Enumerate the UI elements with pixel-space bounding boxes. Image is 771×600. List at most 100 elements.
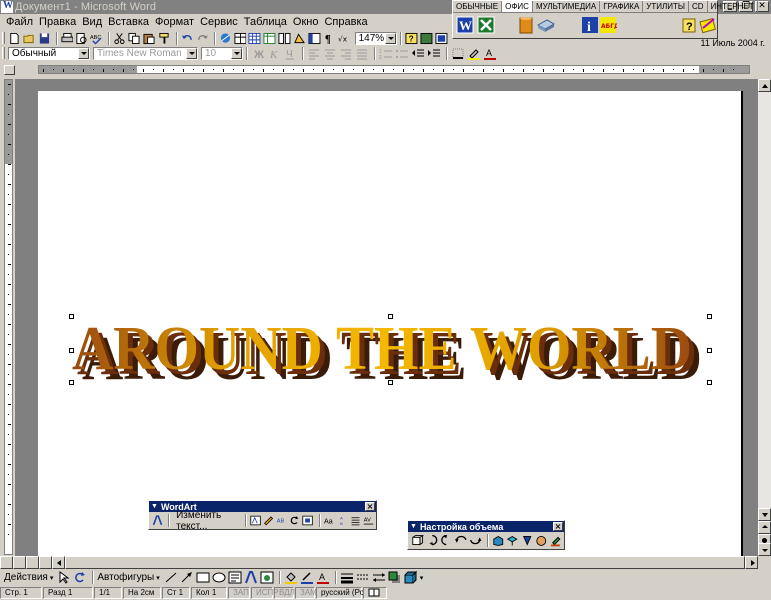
- undo-icon[interactable]: [181, 32, 194, 45]
- office-tab-cd[interactable]: CD: [689, 1, 708, 12]
- zoom-sqrt-icon[interactable]: √x: [338, 32, 351, 45]
- chevron-down-icon[interactable]: [231, 47, 242, 59]
- menu-format[interactable]: Формат: [152, 16, 197, 28]
- italic-icon[interactable]: К: [267, 47, 281, 60]
- 3d-on-off-icon[interactable]: [411, 534, 424, 547]
- tilt-down-icon[interactable]: [426, 534, 439, 547]
- scroll-left-button[interactable]: [52, 556, 65, 569]
- status-overtype[interactable]: ЗАМ: [295, 587, 317, 599]
- 3d-color-icon[interactable]: [550, 534, 563, 547]
- new-document-icon[interactable]: [8, 32, 21, 45]
- align-center-icon[interactable]: [323, 47, 337, 60]
- dictionary-icon[interactable]: [699, 16, 717, 34]
- tables-borders-icon[interactable]: [233, 32, 247, 45]
- font-combo[interactable]: Times New Roman: [93, 46, 198, 60]
- underline-icon[interactable]: Ч: [283, 47, 297, 60]
- open-folder-icon[interactable]: [23, 32, 36, 45]
- show-hide-icon[interactable]: ¶: [323, 32, 336, 45]
- font-color-icon[interactable]: A: [316, 571, 330, 584]
- horizontal-ruler[interactable]: [0, 64, 771, 76]
- insert-table-icon[interactable]: [248, 32, 261, 45]
- 3d-toolbar-title[interactable]: ▼ Настройка объема: [408, 521, 564, 532]
- status-record[interactable]: ЗАП: [228, 587, 250, 599]
- previous-page-button[interactable]: [758, 521, 771, 534]
- paste-icon[interactable]: [143, 32, 156, 45]
- toolbar-grip[interactable]: [2, 47, 5, 59]
- depth-icon[interactable]: [492, 534, 505, 547]
- zoom-combo[interactable]: 147%: [354, 31, 398, 45]
- tilt-up-icon[interactable]: [440, 534, 453, 547]
- size-combo[interactable]: 10: [201, 46, 243, 60]
- resize-handle[interactable]: [388, 314, 393, 319]
- line-style-icon[interactable]: [340, 571, 354, 584]
- excel-icon[interactable]: [477, 16, 495, 34]
- justify-icon[interactable]: [355, 47, 369, 60]
- format-painter-icon[interactable]: [158, 32, 171, 45]
- tab-selector[interactable]: [4, 65, 15, 75]
- web-layout-button[interactable]: [13, 556, 26, 569]
- chevron-down-icon[interactable]: [186, 47, 197, 59]
- menu-help[interactable]: Справка: [321, 16, 370, 28]
- resize-handle[interactable]: [69, 348, 74, 353]
- chevron-down-icon[interactable]: ▾: [156, 574, 160, 582]
- outline-view-button[interactable]: [39, 556, 52, 569]
- wordart-gallery-icon[interactable]: [250, 514, 261, 527]
- office-tab-multimedia[interactable]: МУЛЬТИМЕДИА: [533, 1, 601, 12]
- horizontal-scrollbar[interactable]: [0, 556, 758, 569]
- word-icon[interactable]: W: [456, 16, 474, 34]
- line-icon[interactable]: [164, 571, 178, 584]
- resize-handle[interactable]: [707, 348, 712, 353]
- print-preview-icon[interactable]: [75, 32, 88, 45]
- chevron-down-icon[interactable]: ▾: [420, 574, 424, 582]
- print-layout-button[interactable]: [26, 556, 39, 569]
- status-extend[interactable]: ВДЛ: [274, 587, 295, 599]
- database-icon[interactable]: [517, 16, 535, 34]
- rectangle-icon[interactable]: [196, 571, 210, 584]
- font-color-icon[interactable]: A: [483, 47, 497, 60]
- character-spacing-icon[interactable]: AV: [363, 514, 374, 527]
- spelling-icon[interactable]: ABC: [90, 32, 103, 45]
- resize-handle[interactable]: [69, 380, 74, 385]
- text-box-icon[interactable]: [228, 571, 242, 584]
- status-track-changes[interactable]: ИСПР: [251, 587, 279, 599]
- insert-wordart-icon[interactable]: [152, 514, 163, 527]
- edit-text-button[interactable]: Изменить текст...: [173, 510, 242, 532]
- menu-window[interactable]: Окно: [290, 16, 322, 28]
- same-letter-heights-icon[interactable]: Aa: [324, 514, 335, 527]
- help-icon[interactable]: ?: [405, 32, 418, 45]
- autoshapes-menu[interactable]: Автофигуры: [97, 572, 154, 583]
- menu-table[interactable]: Таблица: [241, 16, 290, 28]
- scroll-up-button[interactable]: [758, 79, 771, 92]
- copy-icon[interactable]: [128, 32, 141, 45]
- chevron-down-icon[interactable]: [78, 47, 89, 59]
- select-objects-icon[interactable]: [57, 571, 71, 584]
- save-icon[interactable]: [38, 32, 51, 45]
- office-tab-utilities[interactable]: УТИЛИТЫ: [643, 1, 689, 12]
- 3d-icon[interactable]: [404, 571, 418, 584]
- line-color-icon[interactable]: [300, 571, 314, 584]
- document-map-icon[interactable]: [308, 32, 321, 45]
- office-tab-internet[interactable]: ИНТЕРНЕТ: [708, 1, 758, 12]
- numbering-icon[interactable]: 12: [379, 47, 393, 60]
- vertical-ruler[interactable]: [4, 79, 13, 555]
- text-wrapping-icon[interactable]: [302, 514, 314, 527]
- dash-style-icon[interactable]: [356, 571, 370, 584]
- redo-icon[interactable]: [196, 32, 209, 45]
- font-tool-icon[interactable]: АБГД: [599, 16, 617, 34]
- insert-wordart-icon[interactable]: [244, 571, 258, 584]
- print-icon[interactable]: [61, 32, 74, 45]
- style-combo[interactable]: Обычный: [8, 46, 90, 60]
- vertical-text-icon[interactable]: AB: [337, 514, 348, 527]
- normal-view-button[interactable]: [0, 556, 13, 569]
- bold-icon[interactable]: Ж: [251, 47, 265, 60]
- wordart-graphic[interactable]: AROUND THE WORLD AROUND THE WORLD AROUND…: [72, 315, 710, 393]
- lighting-icon[interactable]: [521, 534, 534, 547]
- drawing-icon[interactable]: [293, 32, 306, 45]
- chevron-down-icon[interactable]: ▾: [50, 574, 54, 582]
- next-page-button[interactable]: [758, 543, 771, 556]
- decrease-indent-icon[interactable]: [411, 47, 425, 60]
- format-wordart-icon[interactable]: [263, 514, 274, 527]
- menu-tools[interactable]: Сервис: [197, 16, 241, 28]
- menu-edit[interactable]: Правка: [36, 16, 79, 28]
- columns-icon[interactable]: [278, 32, 291, 45]
